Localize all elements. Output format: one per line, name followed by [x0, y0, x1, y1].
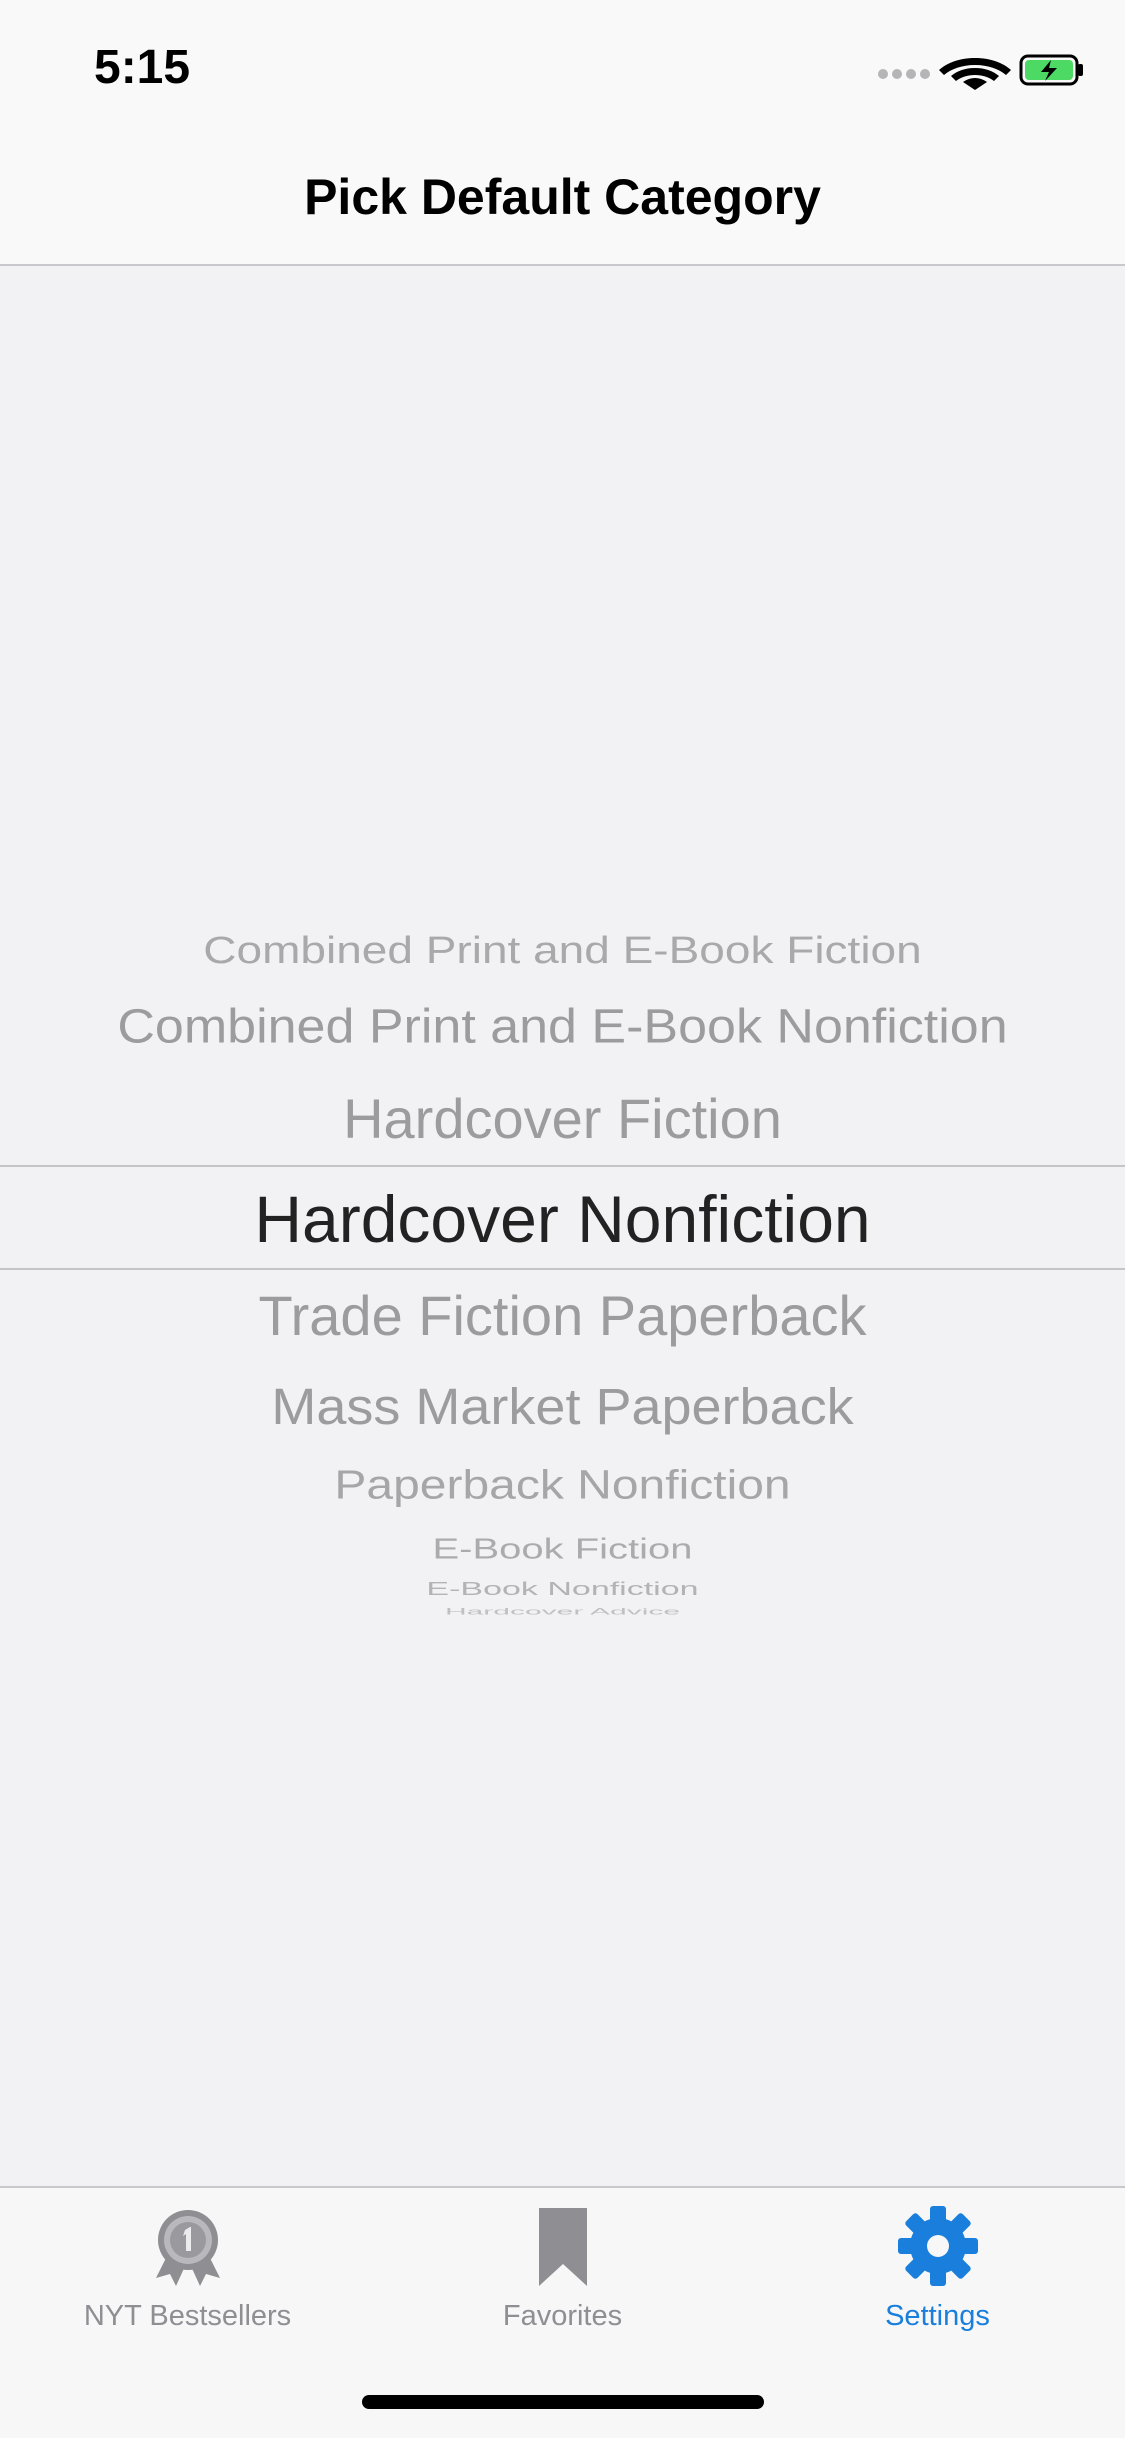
picker-item[interactable]: E-Book Nonfiction	[0, 1580, 1125, 1599]
bookmark-icon	[538, 2208, 587, 2286]
picker-item[interactable]: Combined Print and E-Book Nonfiction	[0, 1003, 1125, 1051]
picker-item[interactable]: Combined Print and E-Book Fiction	[0, 931, 1125, 969]
navigation-bar: Pick Default Category	[0, 140, 1125, 266]
status-time: 5:15	[94, 41, 191, 94]
battery-icon	[1019, 54, 1083, 86]
status-bar: 5:15	[0, 0, 1125, 140]
picker-selection-top-line	[0, 1165, 1125, 1167]
picker-item[interactable]: E-Book Fiction	[0, 1535, 1125, 1564]
tab-label: NYT Bestsellers	[83, 2300, 292, 2332]
category-picker[interactable]: Combined Print and E-Book Fiction Combin…	[0, 266, 1125, 2186]
picker-selected-item[interactable]: Hardcover Nonfiction	[0, 1186, 1125, 1252]
picker-selection-bottom-line	[0, 1268, 1125, 1270]
picker-item[interactable]: Paperback Nonfiction	[0, 1465, 1125, 1507]
home-indicator[interactable]	[362, 2395, 764, 2409]
status-icons	[878, 54, 1083, 90]
picker-item[interactable]: Hardcover Advice	[0, 1607, 1125, 1617]
tab-label: Favorites	[502, 2300, 623, 2332]
picker-item[interactable]: Mass Market Paperback	[0, 1381, 1125, 1432]
picker-item[interactable]: Trade Fiction Paperback	[0, 1288, 1125, 1344]
award-ribbon-icon	[155, 2210, 220, 2286]
tab-label: Settings	[885, 2300, 990, 2332]
cellular-signal-icon	[878, 69, 930, 79]
picker-item[interactable]: Hardcover Fiction	[0, 1091, 1125, 1147]
tab-favorites[interactable]: Favorites	[375, 2188, 750, 2368]
tab-nyt-bestsellers[interactable]: NYT Bestsellers	[0, 2188, 375, 2368]
wifi-icon	[939, 58, 1011, 90]
gear-icon	[897, 2206, 978, 2286]
tab-settings[interactable]: Settings	[750, 2188, 1125, 2368]
page-title: Pick Default Category	[304, 169, 821, 225]
